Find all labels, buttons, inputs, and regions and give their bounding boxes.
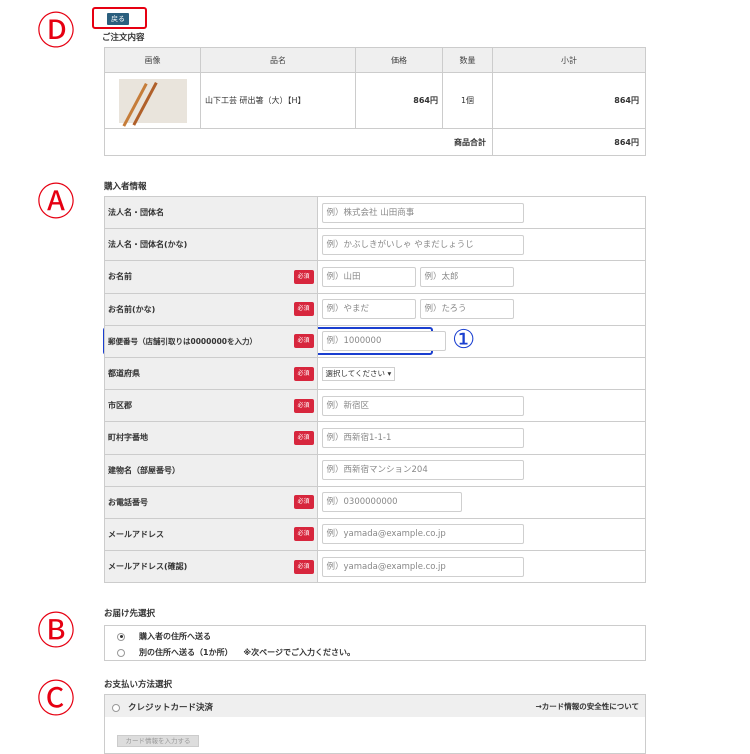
delivery-title: お届け先選択 xyxy=(104,609,156,619)
label-company-kana: 法人名・団体名(かな) xyxy=(104,228,294,262)
order-total-row: 商品合計 864円 xyxy=(104,128,646,156)
col-price: 価格 xyxy=(355,47,443,73)
row-name: お名前 必須 例）山田 例）太郎 xyxy=(104,260,646,294)
row-prefecture: 都道府県 必須 選択してください ▾ xyxy=(104,357,646,391)
required-badge: 必須 xyxy=(293,559,314,574)
label-phone: お電話番号 xyxy=(104,486,294,519)
first-name-input[interactable]: 例）太郎 xyxy=(419,266,514,287)
total-label: 商品合計 xyxy=(104,128,493,156)
row-email: メールアドレス 必須 例）yamada@example.co.jp xyxy=(104,518,646,552)
required-badge: 必須 xyxy=(293,495,314,510)
required-badge: 必須 xyxy=(293,334,314,349)
order-header-row: 画像 品名 価格 数量 小計 xyxy=(104,47,646,73)
email-confirm-input[interactable]: 例）yamada@example.co.jp xyxy=(321,556,524,577)
company-kana-input[interactable]: 例）かぶしきがいしゃ やまだしょうじ xyxy=(321,234,524,255)
buyer-form: 法人名・団体名 例）株式会社 山田商事 法人名・団体名(かな) 例）かぶしきがい… xyxy=(104,196,646,584)
first-name-kana-input[interactable]: 例）たろう xyxy=(419,299,514,320)
label-postal: 郵便番号（店舗引取りは0000000を入力） xyxy=(104,325,294,358)
payment-section: クレジットカード決済 →カード情報の安全性について カード情報を入力する xyxy=(104,694,646,754)
col-name: 品名 xyxy=(200,47,356,73)
item-image-cell xyxy=(104,72,201,129)
order-item-row: 山下工芸 研出箸（大）【H】 864円 1個 864円 xyxy=(104,72,646,129)
building-input[interactable]: 例）西新宿マンション204 xyxy=(321,460,524,481)
card-security-link[interactable]: →カード情報の安全性について xyxy=(535,701,639,712)
required-badge: 必須 xyxy=(293,366,314,381)
delivery-options: 購入者の住所へ送る 別の住所へ送る（1か所） ※次ページでご入力ください。 xyxy=(104,625,646,661)
back-button[interactable]: 戻る xyxy=(107,13,129,25)
annotation-c: Ⓒ xyxy=(37,677,76,721)
street-input[interactable]: 例）西新宿1-1-1 xyxy=(321,427,524,448)
row-company-kana: 法人名・団体名(かな) 例）かぶしきがいしゃ やまだしょうじ xyxy=(104,228,646,262)
prefecture-select[interactable]: 選択してください ▾ xyxy=(321,366,396,381)
row-email-confirm: メールアドレス(確認) 必須 例）yamada@example.co.jp xyxy=(104,550,646,584)
required-badge: 必須 xyxy=(293,302,314,317)
item-price: 864円 xyxy=(355,72,443,129)
city-input[interactable]: 例）新宿区 xyxy=(321,395,524,416)
row-company: 法人名・団体名 例）株式会社 山田商事 xyxy=(104,196,646,230)
company-input[interactable]: 例）株式会社 山田商事 xyxy=(321,202,524,223)
delivery-option-other[interactable]: 別の住所へ送る（1か所） ※次ページでご入力ください。 xyxy=(117,647,355,658)
row-phone: お電話番号 必須 例）0300000000 xyxy=(104,486,646,519)
order-table: 画像 品名 価格 数量 小計 山下工芸 研出箸（大）【H】 864円 1個 86… xyxy=(104,47,646,156)
col-image: 画像 xyxy=(104,47,201,73)
annotation-b: Ⓑ xyxy=(37,609,76,653)
label-street: 町村字番地 xyxy=(104,421,294,455)
payment-method-header[interactable]: クレジットカード決済 →カード情報の安全性について xyxy=(105,695,645,717)
label-name: お名前 xyxy=(104,260,294,294)
item-name: 山下工芸 研出箸（大）【H】 xyxy=(200,72,356,129)
buyer-title: 購入者情報 xyxy=(104,182,147,192)
radio-unselected[interactable] xyxy=(117,648,125,657)
enter-card-button[interactable]: カード情報を入力する xyxy=(117,735,199,747)
label-name-kana: お名前(かな) xyxy=(104,293,294,326)
radio-selected[interactable] xyxy=(117,632,125,641)
email-input[interactable]: 例）yamada@example.co.jp xyxy=(321,524,524,545)
row-street: 町村字番地 必須 例）西新宿1-1-1 xyxy=(104,421,646,455)
label-company: 法人名・団体名 xyxy=(104,196,294,230)
row-name-kana: お名前(かな) 必須 例）やまだ 例）たろう xyxy=(104,293,646,326)
item-qty: 1個 xyxy=(442,72,493,129)
row-building: 建物名（部屋番号） 例）西新宿マンション204 xyxy=(104,454,646,487)
order-title: ご注文内容 xyxy=(102,33,145,43)
phone-input[interactable]: 例）0300000000 xyxy=(321,492,462,513)
radio-unselected[interactable] xyxy=(112,703,120,712)
last-name-kana-input[interactable]: 例）やまだ xyxy=(321,299,416,320)
col-qty: 数量 xyxy=(442,47,493,73)
chevron-down-icon: ▾ xyxy=(387,368,392,378)
col-subtotal: 小計 xyxy=(492,47,646,73)
delivery-option-buyer[interactable]: 購入者の住所へ送る xyxy=(117,631,211,642)
required-badge: 必須 xyxy=(293,527,314,542)
total-value: 864円 xyxy=(492,128,646,156)
label-city: 市区郡 xyxy=(104,389,294,423)
label-building: 建物名（部屋番号） xyxy=(104,454,294,487)
label-email-confirm: メールアドレス(確認) xyxy=(104,550,294,584)
annotation-a: Ⓐ xyxy=(37,180,76,224)
last-name-input[interactable]: 例）山田 xyxy=(321,266,416,287)
label-prefecture: 都道府県 xyxy=(104,357,294,391)
postal-code-input[interactable]: 例）1000000 xyxy=(321,331,446,352)
row-postal: 郵便番号（店舗引取りは0000000を入力） 必須 例）1000000 xyxy=(104,325,646,358)
label-email: メールアドレス xyxy=(104,518,294,552)
payment-title: お支払い方法選択 xyxy=(104,680,173,690)
required-badge: 必須 xyxy=(293,269,314,284)
required-badge: 必須 xyxy=(293,398,314,413)
item-subtotal: 864円 xyxy=(492,72,646,129)
product-image[interactable] xyxy=(118,78,187,127)
credit-card-label: クレジットカード決済 xyxy=(128,703,214,713)
row-city: 市区郡 必須 例）新宿区 xyxy=(104,389,646,423)
delivery-note: ※次ページでご入力ください。 xyxy=(243,648,355,657)
annotation-d: Ⓓ xyxy=(37,9,76,53)
required-badge: 必須 xyxy=(293,430,314,445)
